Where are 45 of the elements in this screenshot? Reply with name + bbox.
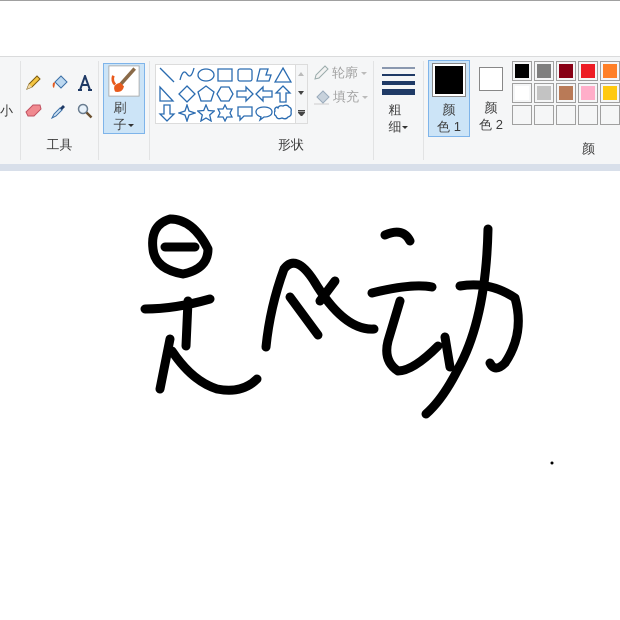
rectangular-callout-shape-icon[interactable] bbox=[236, 104, 254, 122]
scroll-down-icon[interactable] bbox=[298, 90, 304, 95]
brushes-button[interactable]: 刷子 bbox=[102, 63, 145, 134]
dot-mark bbox=[550, 462, 554, 464]
magnifier-icon[interactable] bbox=[76, 103, 93, 119]
expand-gallery-icon[interactable] bbox=[298, 110, 305, 116]
oval-callout-shape-icon[interactable] bbox=[254, 104, 273, 122]
group-label: 形状 bbox=[278, 136, 305, 154]
triangle-shape-icon[interactable] bbox=[274, 66, 292, 84]
color-2-button[interactable]: 颜色 2 bbox=[473, 60, 509, 137]
size-button[interactable]: 粗细 bbox=[377, 64, 420, 135]
group-label: 颜 bbox=[582, 140, 596, 158]
pencil-icon[interactable] bbox=[24, 75, 41, 91]
six-point-star-shape-icon[interactable] bbox=[216, 104, 234, 122]
oval-shape-icon[interactable] bbox=[196, 66, 215, 84]
line-widths-icon bbox=[382, 67, 415, 95]
caret-icon bbox=[360, 72, 367, 74]
caret-icon bbox=[128, 124, 134, 127]
caret-icon bbox=[402, 126, 408, 129]
left-arrow-shape-icon[interactable] bbox=[254, 84, 273, 103]
hexagon-shape-icon[interactable] bbox=[216, 84, 234, 103]
pencil-icon bbox=[312, 65, 329, 81]
diamond-shape-icon[interactable] bbox=[178, 84, 196, 103]
rectangle-shape-icon[interactable] bbox=[216, 66, 234, 84]
paint-bucket-icon bbox=[312, 89, 330, 105]
group-label: 小 bbox=[0, 102, 13, 120]
eraser-icon[interactable] bbox=[24, 103, 42, 117]
down-arrow-shape-icon[interactable] bbox=[158, 104, 176, 122]
five-point-star-shape-icon[interactable] bbox=[196, 104, 215, 122]
pentagon-shape-icon[interactable] bbox=[196, 84, 215, 103]
text-tool-icon[interactable] bbox=[76, 75, 93, 91]
rounded-rectangle-shape-icon[interactable] bbox=[236, 66, 254, 84]
four-point-star-shape-icon[interactable] bbox=[178, 104, 196, 122]
polygon-shape-icon[interactable] bbox=[254, 66, 273, 84]
line-shape-icon[interactable] bbox=[158, 66, 176, 84]
group-label: 工具 bbox=[46, 136, 72, 154]
paint-bucket-icon[interactable] bbox=[50, 75, 68, 91]
right-arrow-shape-icon[interactable] bbox=[236, 84, 254, 103]
color-1-button[interactable]: 颜色 1 bbox=[428, 60, 470, 137]
up-arrow-shape-icon[interactable] bbox=[274, 84, 292, 103]
cloud-callout-shape-icon[interactable] bbox=[274, 104, 292, 122]
paintbrush-icon bbox=[106, 65, 142, 97]
right-triangle-shape-icon[interactable] bbox=[158, 84, 176, 103]
eyedropper-icon[interactable] bbox=[50, 103, 67, 119]
caret-icon bbox=[362, 96, 368, 98]
